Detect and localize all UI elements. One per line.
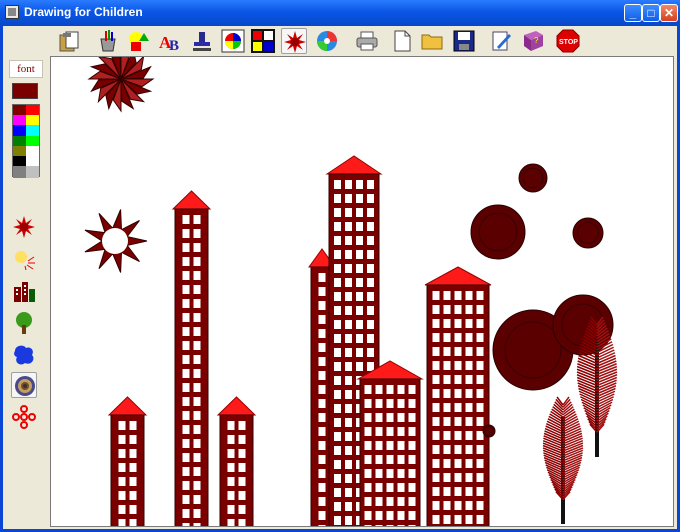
building [174,208,209,526]
color-palette [12,104,40,178]
drawing-canvas[interactable] [50,56,674,527]
tree-brush-icon[interactable] [11,310,37,336]
title-bar[interactable]: Drawing for Children _ □ ✕ [0,0,680,26]
minimize-button[interactable]: _ [624,4,642,22]
flower-brush-icon[interactable] [11,404,37,430]
stop-icon[interactable]: STOP [555,28,581,54]
svg-text:STOP: STOP [559,39,578,46]
edit-properties-icon[interactable] [488,28,514,54]
canvas-artwork [84,57,618,526]
text-tool-icon[interactable]: AB [157,28,183,54]
building-roof [171,190,212,210]
font-button[interactable]: font [9,60,43,78]
stamp-tool-icon[interactable] [189,28,215,54]
new-document-icon[interactable] [389,28,415,54]
toolbar: AB ? STOP [3,26,677,56]
client-area: AB ? STOP font [3,26,677,529]
spiky-star-tool-icon[interactable] [281,28,307,54]
current-color-swatch [12,83,38,99]
building-roof [424,266,492,286]
close-button[interactable]: ✕ [660,4,678,22]
star-brush-icon[interactable] [11,214,37,240]
save-disk-icon[interactable] [451,28,477,54]
app-icon [5,5,19,19]
building-roof [325,155,383,175]
building [110,414,145,526]
open-folder-icon[interactable] [419,28,445,54]
paste-tool-icon[interactable] [56,28,82,54]
window-title: Drawing for Children [24,5,143,19]
help-book-icon[interactable]: ? [520,28,546,54]
building-roof [107,396,148,416]
color-wheel-tool-icon[interactable] [220,28,246,54]
app-window: Drawing for Children _ □ ✕ AB ? STOP fon… [0,0,680,532]
star-center [102,228,128,254]
blob-brush-icon[interactable] [11,342,37,368]
mondrian-tool-icon[interactable] [250,28,276,54]
palette-swatch[interactable] [13,166,26,178]
building [219,414,254,526]
circle-brush-icon[interactable] [11,372,37,398]
swirl-tool-icon[interactable] [314,28,340,54]
maximize-button[interactable]: □ [642,4,660,22]
print-icon[interactable] [354,28,380,54]
palette-swatch[interactable] [26,166,39,178]
svg-text:B: B [169,38,179,53]
svg-text:?: ? [534,36,539,45]
left-panel: font [3,56,47,529]
buildings-brush-icon[interactable] [11,278,37,304]
spray-brush-icon[interactable] [11,246,37,272]
shapes-tool-icon[interactable] [126,28,152,54]
paint-bucket-tool-icon[interactable] [96,28,122,54]
building-roof [216,396,257,416]
